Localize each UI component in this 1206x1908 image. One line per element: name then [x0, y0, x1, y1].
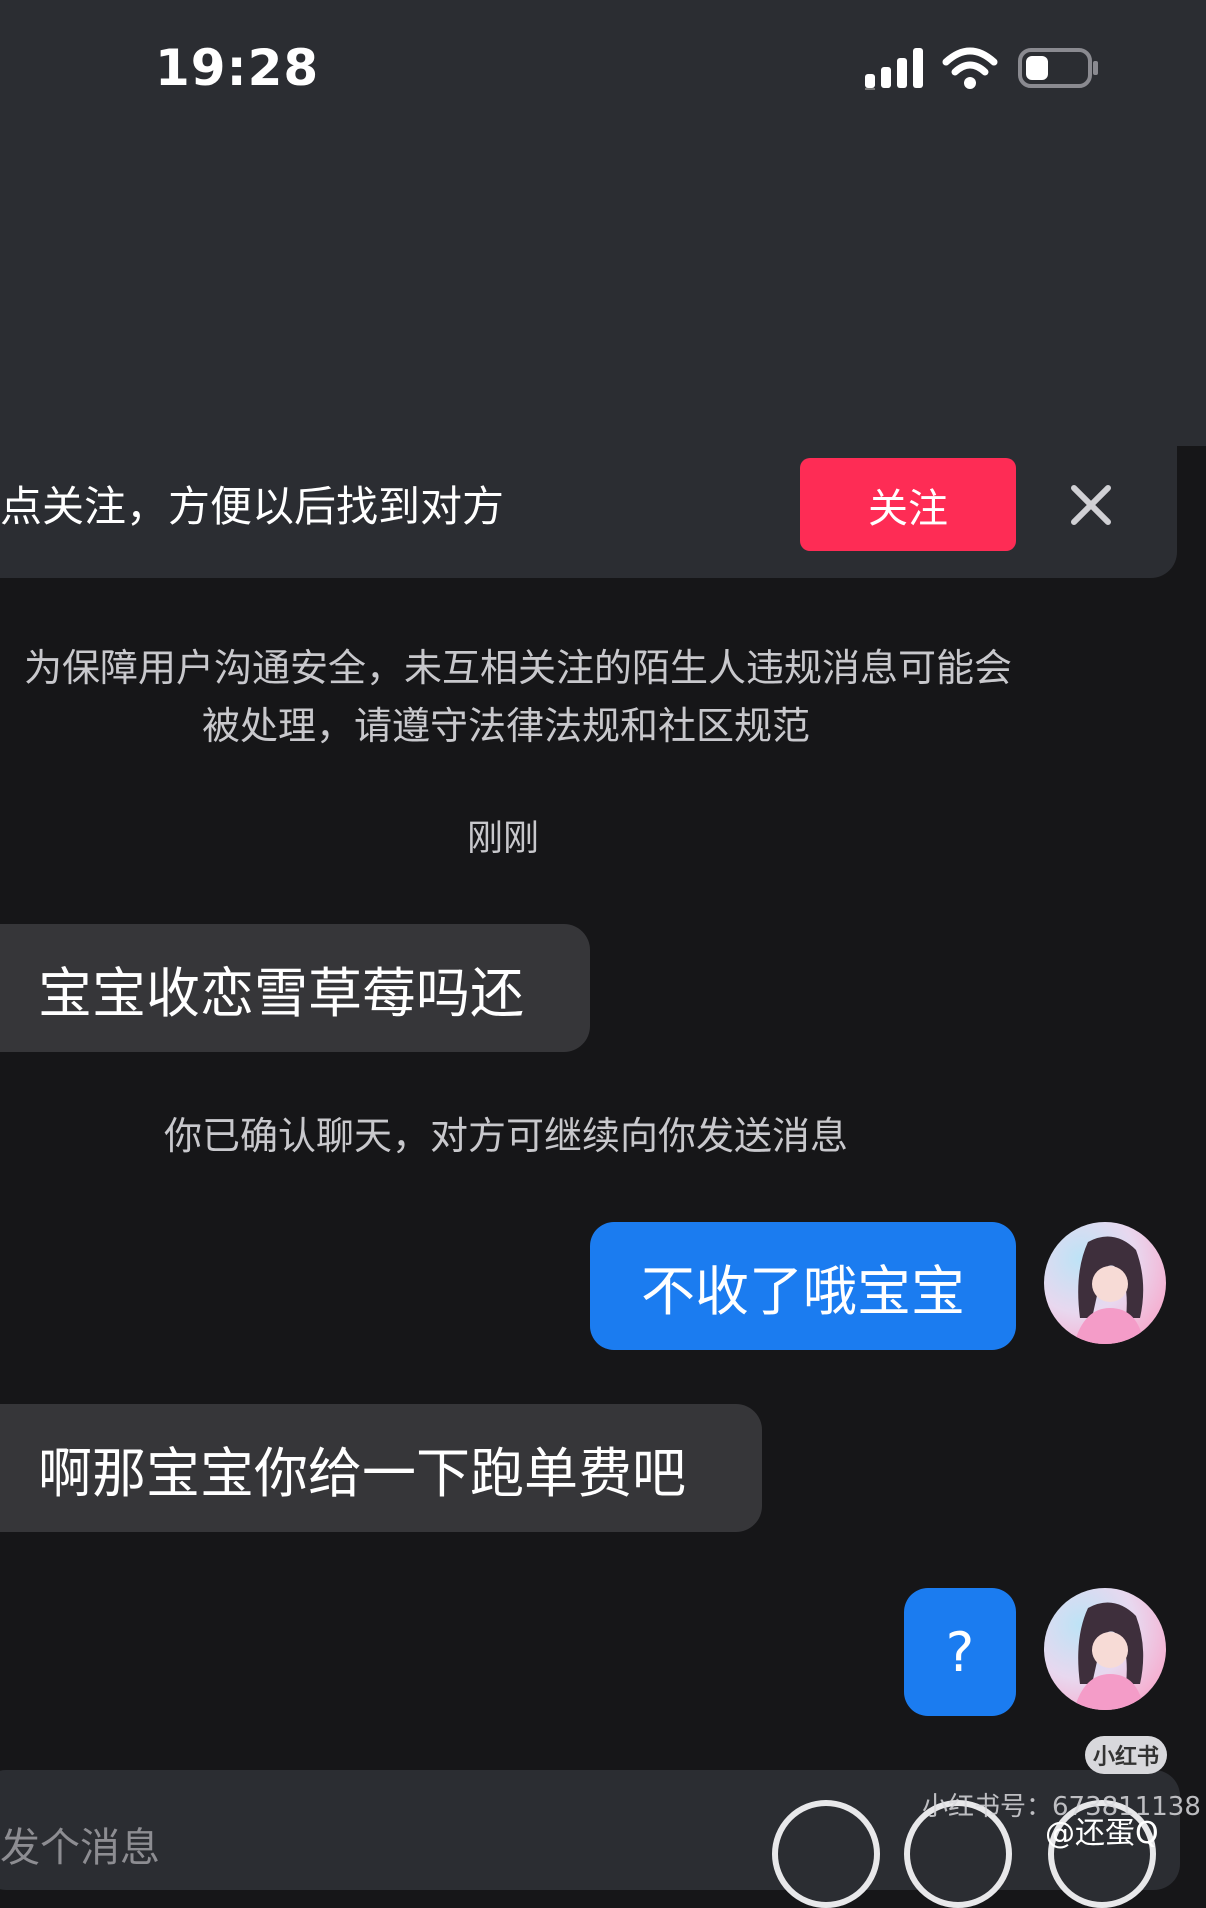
follow-button[interactable]: 关注 [800, 458, 1016, 551]
message-timestamp: 刚刚 [466, 818, 539, 859]
safety-notice-line2: 被处理，请遵守法律法规和社区规范 [201, 704, 810, 748]
xiaohongshu-logo: 小红书 [1085, 1736, 1167, 1774]
weibo-watermark: @还蛋Q [1045, 1816, 1159, 1851]
outgoing-message-bubble[interactable]: 不收了哦宝宝 [590, 1222, 1016, 1350]
avatar[interactable] [1044, 1222, 1166, 1344]
battery-icon [1018, 48, 1098, 88]
avatar-image [1074, 1602, 1144, 1710]
incoming-message-bubble[interactable]: 啊那宝宝你给一下跑单费吧 [0, 1404, 762, 1532]
status-time: 19:28 [155, 39, 320, 97]
avatar-image [1074, 1236, 1144, 1344]
voice-input-icon[interactable] [772, 1800, 880, 1908]
message-input[interactable]: 发个消息 [0, 1815, 160, 1873]
chat-confirmed-note: 你已确认聊天，对方可继续向你发送消息 [163, 1114, 848, 1158]
close-icon[interactable] [1068, 482, 1114, 528]
incoming-message-bubble[interactable]: 宝宝收恋雪草莓吗还 [0, 924, 590, 1052]
safety-notice-line1: 为保障用户沟通安全，未互相关注的陌生人违规消息可能会 [23, 646, 1012, 690]
avatar[interactable] [1044, 1588, 1166, 1710]
wifi-icon [942, 47, 998, 89]
follow-prompt-text: 点关注，方便以后找到对方 [0, 482, 505, 531]
cellular-signal-icon [865, 48, 923, 90]
outgoing-message-bubble[interactable]: ? [904, 1588, 1016, 1716]
